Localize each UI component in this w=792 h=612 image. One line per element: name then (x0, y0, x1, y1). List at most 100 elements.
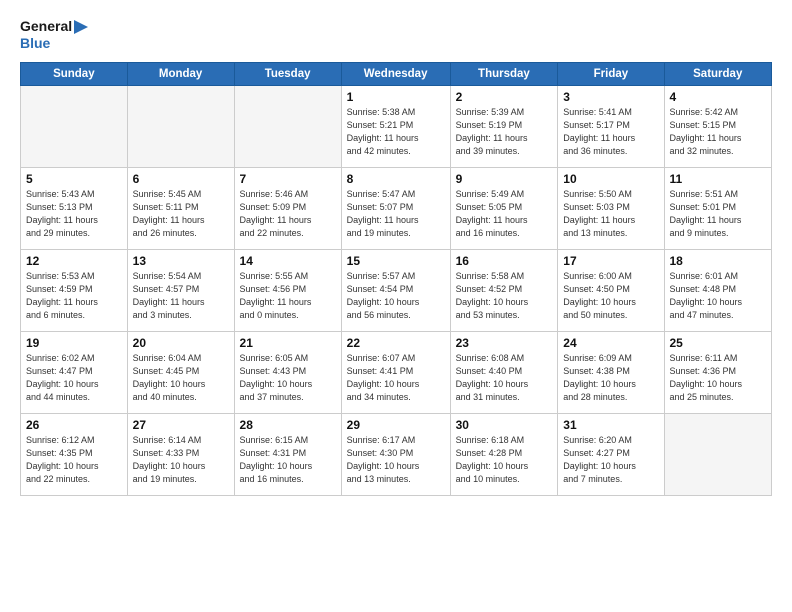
weekday-header-wednesday: Wednesday (341, 62, 450, 85)
calendar-cell: 14Sunrise: 5:55 AMSunset: 4:56 PMDayligh… (234, 249, 341, 331)
day-number: 23 (456, 336, 553, 350)
week-row-0: 1 Sunrise: 5:38 AMSunset: 5:21 PMDaylight… (21, 85, 772, 167)
day-info: Sunrise: 5:38 AMSunset: 5:21 PMDaylight:… (347, 106, 445, 158)
calendar-cell: 15Sunrise: 5:57 AMSunset: 4:54 PMDayligh… (341, 249, 450, 331)
day-number: 3 (563, 90, 658, 104)
calendar-cell: 16 Sunrise: 5:58 AMSunset: 4:52 PMDayligh… (450, 249, 558, 331)
logo-text: General Blue (20, 18, 88, 52)
calendar-cell: 17Sunrise: 6:00 AMSunset: 4:50 PMDayligh… (558, 249, 664, 331)
weekday-header-friday: Friday (558, 62, 664, 85)
calendar-cell: 2 Sunrise: 5:39 AMSunset: 5:19 PMDaylight… (450, 85, 558, 167)
weekday-header-thursday: Thursday (450, 62, 558, 85)
calendar-cell: 20 Sunrise: 6:04 AMSunset: 4:45 PMDayligh… (127, 331, 234, 413)
calendar-cell: 10 Sunrise: 5:50 AMSunset: 5:03 PMDayligh… (558, 167, 664, 249)
calendar-cell: 19 Sunrise: 6:02 AMSunset: 4:47 PMDayligh… (21, 331, 128, 413)
calendar-cell: 21 Sunrise: 6:05 AMSunset: 4:43 PMDayligh… (234, 331, 341, 413)
day-number: 21 (240, 336, 336, 350)
day-number: 12 (26, 254, 122, 268)
day-info: Sunrise: 6:08 AMSunset: 4:40 PMDaylight:… (456, 352, 553, 404)
calendar-cell: 8 Sunrise: 5:47 AMSunset: 5:07 PMDaylight… (341, 167, 450, 249)
day-info: Sunrise: 5:51 AMSunset: 5:01 PMDaylight:… (670, 188, 767, 240)
day-number: 10 (563, 172, 658, 186)
day-info: Sunrise: 5:46 AMSunset: 5:09 PMDaylight:… (240, 188, 336, 240)
day-number: 6 (133, 172, 229, 186)
day-number: 5 (26, 172, 122, 186)
day-info: Sunrise: 5:53 AMSunset: 4:59 PMDaylight:… (26, 270, 122, 322)
calendar-cell: 25 Sunrise: 6:11 AMSunset: 4:36 PMDayligh… (664, 331, 772, 413)
day-info: Sunrise: 6:20 AMSunset: 4:27 PMDaylight:… (563, 434, 658, 486)
day-info: Sunrise: 5:58 AMSunset: 4:52 PMDaylight:… (456, 270, 553, 322)
day-info: Sunrise: 5:42 AMSunset: 5:15 PMDaylight:… (670, 106, 767, 158)
calendar-cell: 18Sunrise: 6:01 AMSunset: 4:48 PMDayligh… (664, 249, 772, 331)
day-info: Sunrise: 5:47 AMSunset: 5:07 PMDaylight:… (347, 188, 445, 240)
calendar-cell: 11 Sunrise: 5:51 AMSunset: 5:01 PMDayligh… (664, 167, 772, 249)
day-number: 20 (133, 336, 229, 350)
day-number: 7 (240, 172, 336, 186)
page: General Blue SundayMondayTuesdayWednesda… (0, 0, 792, 612)
weekday-header-saturday: Saturday (664, 62, 772, 85)
day-info: Sunrise: 6:15 AMSunset: 4:31 PMDaylight:… (240, 434, 336, 486)
day-info: Sunrise: 5:50 AMSunset: 5:03 PMDaylight:… (563, 188, 658, 240)
day-number: 25 (670, 336, 767, 350)
calendar-cell (21, 85, 128, 167)
day-number: 26 (26, 418, 122, 432)
calendar-cell: 28 Sunrise: 6:15 AMSunset: 4:31 PMDayligh… (234, 413, 341, 495)
calendar-cell: 4 Sunrise: 5:42 AMSunset: 5:15 PMDaylight… (664, 85, 772, 167)
day-number: 13 (133, 254, 229, 268)
day-info: Sunrise: 5:39 AMSunset: 5:19 PMDaylight:… (456, 106, 553, 158)
day-number: 11 (670, 172, 767, 186)
day-number: 24 (563, 336, 658, 350)
day-number: 16 (456, 254, 553, 268)
day-info: Sunrise: 6:00 AMSunset: 4:50 PMDaylight:… (563, 270, 658, 322)
calendar-cell: 27Sunrise: 6:14 AMSunset: 4:33 PMDayligh… (127, 413, 234, 495)
day-info: Sunrise: 5:43 AMSunset: 5:13 PMDaylight:… (26, 188, 122, 240)
day-info: Sunrise: 5:41 AMSunset: 5:17 PMDaylight:… (563, 106, 658, 158)
week-row-3: 19 Sunrise: 6:02 AMSunset: 4:47 PMDayligh… (21, 331, 772, 413)
day-number: 4 (670, 90, 767, 104)
calendar-cell (234, 85, 341, 167)
day-number: 19 (26, 336, 122, 350)
calendar: SundayMondayTuesdayWednesdayThursdayFrid… (20, 62, 772, 496)
day-info: Sunrise: 5:54 AMSunset: 4:57 PMDaylight:… (133, 270, 229, 322)
calendar-cell: 6 Sunrise: 5:45 AMSunset: 5:11 PMDaylight… (127, 167, 234, 249)
day-info: Sunrise: 6:07 AMSunset: 4:41 PMDaylight:… (347, 352, 445, 404)
day-info: Sunrise: 6:17 AMSunset: 4:30 PMDaylight:… (347, 434, 445, 486)
day-number: 22 (347, 336, 445, 350)
day-number: 8 (347, 172, 445, 186)
day-number: 9 (456, 172, 553, 186)
day-info: Sunrise: 6:05 AMSunset: 4:43 PMDaylight:… (240, 352, 336, 404)
day-number: 1 (347, 90, 445, 104)
weekday-header-monday: Monday (127, 62, 234, 85)
calendar-cell: 13 Sunrise: 5:54 AMSunset: 4:57 PMDayligh… (127, 249, 234, 331)
day-info: Sunrise: 6:12 AMSunset: 4:35 PMDaylight:… (26, 434, 122, 486)
header: General Blue (20, 18, 772, 52)
calendar-cell: 23 Sunrise: 6:08 AMSunset: 4:40 PMDayligh… (450, 331, 558, 413)
day-number: 2 (456, 90, 553, 104)
week-row-1: 5 Sunrise: 5:43 AMSunset: 5:13 PMDaylight… (21, 167, 772, 249)
day-number: 18 (670, 254, 767, 268)
logo-arrow-icon (74, 20, 88, 34)
day-info: Sunrise: 5:45 AMSunset: 5:11 PMDaylight:… (133, 188, 229, 240)
calendar-cell: 31Sunrise: 6:20 AMSunset: 4:27 PMDayligh… (558, 413, 664, 495)
weekday-header-sunday: Sunday (21, 62, 128, 85)
calendar-cell: 3 Sunrise: 5:41 AMSunset: 5:17 PMDaylight… (558, 85, 664, 167)
calendar-cell (664, 413, 772, 495)
logo: General Blue (20, 18, 88, 52)
calendar-cell: 5 Sunrise: 5:43 AMSunset: 5:13 PMDaylight… (21, 167, 128, 249)
weekday-header-row: SundayMondayTuesdayWednesdayThursdayFrid… (21, 62, 772, 85)
day-info: Sunrise: 6:02 AMSunset: 4:47 PMDaylight:… (26, 352, 122, 404)
day-number: 14 (240, 254, 336, 268)
calendar-cell: 12 Sunrise: 5:53 AMSunset: 4:59 PMDayligh… (21, 249, 128, 331)
week-row-2: 12 Sunrise: 5:53 AMSunset: 4:59 PMDayligh… (21, 249, 772, 331)
day-number: 28 (240, 418, 336, 432)
calendar-cell: 7 Sunrise: 5:46 AMSunset: 5:09 PMDaylight… (234, 167, 341, 249)
day-info: Sunrise: 5:49 AMSunset: 5:05 PMDaylight:… (456, 188, 553, 240)
day-info: Sunrise: 6:09 AMSunset: 4:38 PMDaylight:… (563, 352, 658, 404)
day-info: Sunrise: 6:14 AMSunset: 4:33 PMDaylight:… (133, 434, 229, 486)
day-info: Sunrise: 6:11 AMSunset: 4:36 PMDaylight:… (670, 352, 767, 404)
day-info: Sunrise: 6:04 AMSunset: 4:45 PMDaylight:… (133, 352, 229, 404)
week-row-4: 26 Sunrise: 6:12 AMSunset: 4:35 PMDayligh… (21, 413, 772, 495)
day-number: 15 (347, 254, 445, 268)
calendar-cell: 30Sunrise: 6:18 AMSunset: 4:28 PMDayligh… (450, 413, 558, 495)
calendar-cell: 9 Sunrise: 5:49 AMSunset: 5:05 PMDaylight… (450, 167, 558, 249)
